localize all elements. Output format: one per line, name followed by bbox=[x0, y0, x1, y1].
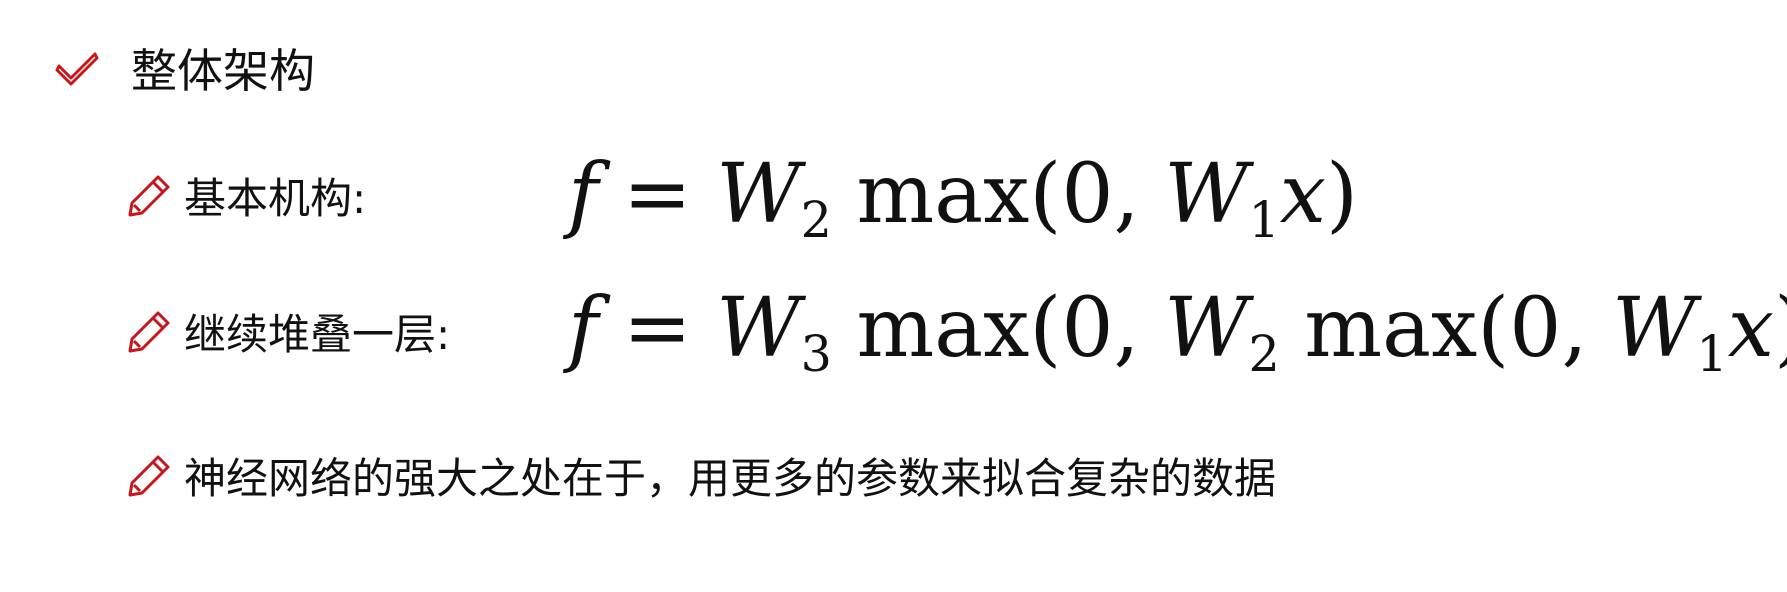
item-label: 神经网络的强大之处在于，用更多的参数来拟合复杂的数据 bbox=[184, 453, 1277, 503]
pencil-icon bbox=[128, 311, 170, 353]
list-item-stack-layer: 继续堆叠一层: bbox=[128, 296, 450, 366]
formula-basic: f = W2 max(0, W1x) bbox=[568, 147, 1359, 249]
heading-title: 整体架构 bbox=[131, 44, 315, 98]
list-item-basic-structure: 基本机构: bbox=[128, 160, 366, 230]
formula-stacked: f=W3max(0,W2max(0,W1x)) bbox=[568, 281, 1787, 383]
pencil-icon bbox=[128, 455, 170, 497]
list-item-nn-power: 神经网络的强大之处在于，用更多的参数来拟合复杂的数据 bbox=[128, 440, 1276, 510]
item-label: 基本机构: bbox=[184, 173, 367, 223]
pencil-icon bbox=[128, 175, 170, 217]
heading: 整体架构 bbox=[55, 38, 315, 98]
item-label: 继续堆叠一层: bbox=[184, 309, 451, 359]
check-icon bbox=[55, 52, 99, 86]
